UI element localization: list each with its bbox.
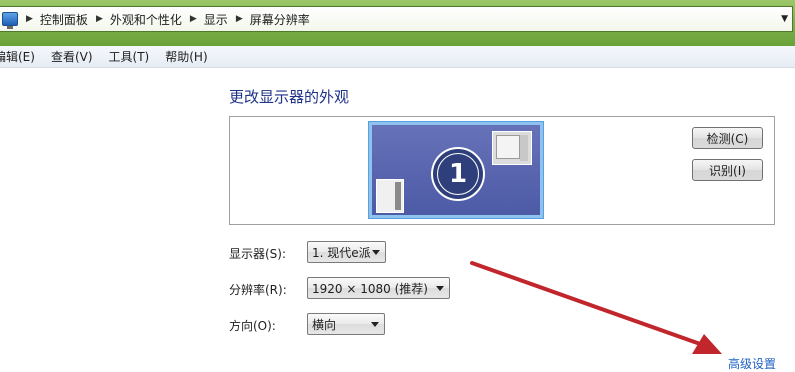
display-select-value: 1. 现代e派	[312, 245, 371, 260]
menu-bar: 编辑(E) 查看(V) 工具(T) 帮助(H)	[0, 46, 795, 68]
monitor-number: 1	[438, 154, 478, 194]
resolution-select[interactable]: 1920 × 1080 (推荐)	[307, 277, 450, 299]
resolution-select-value: 1920 × 1080 (推荐)	[312, 281, 428, 296]
window-thumbnail-icon	[492, 131, 532, 165]
orientation-select[interactable]: 横向	[307, 313, 385, 335]
breadcrumb-appearance[interactable]: 外观和个性化	[110, 11, 182, 28]
orientation-select-value: 横向	[312, 317, 337, 332]
breadcrumb-separator-icon[interactable]: ▶	[236, 14, 243, 24]
identify-button[interactable]: 识别(I)	[692, 159, 763, 181]
menu-view[interactable]: 查看(V)	[51, 48, 93, 65]
orientation-label: 方向(O):	[229, 319, 276, 333]
detect-button[interactable]: 检测(C)	[692, 127, 763, 149]
chevron-down-icon	[436, 286, 444, 291]
breadcrumb-separator-icon[interactable]: ▶	[190, 14, 197, 24]
address-dropdown-icon[interactable]: ▼	[781, 14, 788, 24]
display-label: 显示器(S):	[229, 247, 287, 261]
breadcrumb-screen-resolution[interactable]: 屏幕分辨率	[250, 11, 310, 28]
menu-tools[interactable]: 工具(T)	[109, 48, 150, 65]
window-thumbnail-icon	[376, 179, 404, 213]
page-title: 更改显示器的外观	[229, 88, 350, 106]
breadcrumb-display[interactable]: 显示	[204, 11, 228, 28]
breadcrumb-separator-icon[interactable]: ▶	[26, 14, 33, 24]
menu-help[interactable]: 帮助(H)	[165, 48, 207, 65]
monitor-number-badge: 1	[433, 149, 483, 199]
menu-edit[interactable]: 编辑(E)	[0, 48, 35, 65]
display-select[interactable]: 1. 现代e派	[307, 241, 386, 263]
control-panel-icon[interactable]	[2, 12, 18, 29]
chevron-down-icon	[372, 250, 380, 255]
breadcrumb-separator-icon[interactable]: ▶	[96, 14, 103, 24]
chevron-down-icon	[371, 322, 379, 327]
resolution-label: 分辨率(R):	[229, 283, 287, 297]
advanced-settings-link[interactable]: 高级设置	[728, 355, 776, 372]
address-bar[interactable]: ▶ 控制面板 ▶ 外观和个性化 ▶ 显示 ▶ 屏幕分辨率 ▼	[0, 6, 793, 32]
breadcrumb-control-panel[interactable]: 控制面板	[40, 11, 88, 28]
monitor-1-thumbnail[interactable]: 1	[369, 122, 543, 218]
